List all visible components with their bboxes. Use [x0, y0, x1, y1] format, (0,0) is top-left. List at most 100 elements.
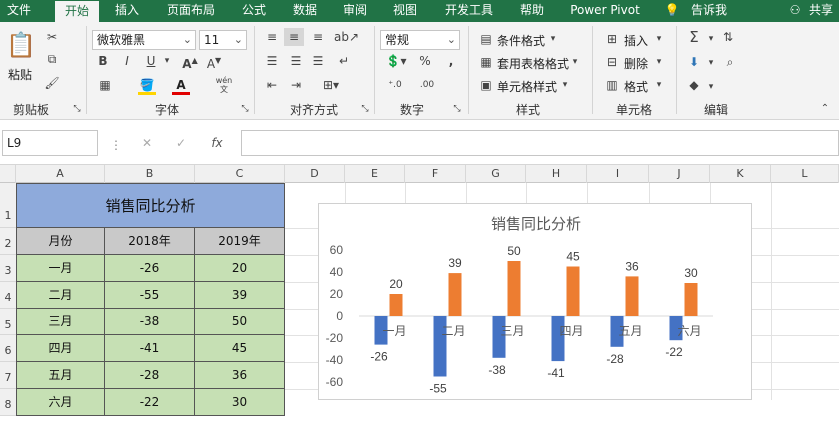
table-cell[interactable]: 39 [195, 282, 285, 309]
percent-button[interactable]: % [418, 54, 432, 68]
align-middle-icon[interactable]: ≡ [284, 28, 304, 46]
tab-power-pivot[interactable]: Power Pivot [563, 0, 647, 22]
sort-filter-icon[interactable]: ⇅ [720, 30, 736, 44]
increase-indent-icon[interactable]: ⇥ [288, 78, 304, 92]
format-painter-icon[interactable]: 🖌 [44, 76, 60, 90]
table-format-icon[interactable]: ▦ [478, 55, 494, 69]
tab-data[interactable]: 数据 [285, 0, 325, 22]
number-format-select[interactable]: 常规 ⌄ [380, 30, 460, 50]
row-header[interactable]: 6 [0, 335, 16, 362]
column-header[interactable]: E [345, 165, 405, 183]
dropdown-icon[interactable]: ▾ [560, 78, 570, 92]
row-header[interactable]: 1 [0, 183, 16, 228]
format-cells-button[interactable]: 格式 [624, 78, 648, 95]
user-icon[interactable]: ⚇ [786, 0, 804, 22]
dropdown-icon[interactable]: ▾ [570, 55, 580, 69]
table-cell[interactable]: 50 [195, 309, 285, 335]
table-cell[interactable]: 三月 [16, 309, 105, 335]
dialog-launcher-icon[interactable]: ⤡ [72, 102, 82, 116]
cancel-button[interactable]: ✕ [140, 136, 154, 150]
column-header[interactable]: K [710, 165, 771, 183]
column-header[interactable]: J [649, 165, 710, 183]
table-cell[interactable]: -55 [105, 282, 195, 309]
table-header[interactable]: 月份 [16, 228, 105, 255]
table-cell[interactable]: 一月 [16, 255, 105, 282]
row-header[interactable]: 7 [0, 362, 16, 389]
italic-button[interactable]: I [120, 54, 134, 68]
decrease-font-button[interactable]: A▼ [204, 54, 224, 71]
tab-formulas[interactable]: 公式 [234, 0, 274, 22]
tab-review[interactable]: 审阅 [335, 0, 375, 22]
borders-icon[interactable]: ▦ [96, 78, 114, 92]
column-header[interactable]: A [16, 165, 105, 183]
table-cell[interactable]: 四月 [16, 335, 105, 362]
column-header[interactable]: G [466, 165, 526, 183]
table-cell[interactable]: 六月 [16, 389, 105, 416]
merge-center-icon[interactable]: ⊞▾ [318, 78, 344, 92]
dropdown-icon[interactable]: ▾ [548, 32, 558, 46]
lightbulb-icon[interactable]: 💡 [662, 0, 682, 22]
conditional-format-icon[interactable]: ▤ [478, 32, 494, 46]
column-header[interactable]: D [285, 165, 345, 183]
increase-decimal-icon[interactable]: ⁺.0 [384, 78, 406, 92]
phonetic-icon[interactable]: wén 文 [212, 76, 236, 94]
dropdown-icon[interactable]: ▾ [654, 32, 664, 46]
clear-icon[interactable]: ◆ [686, 78, 702, 92]
dropdown-icon[interactable]: ▾ [706, 56, 716, 70]
table-cell[interactable]: 二月 [16, 282, 105, 309]
align-left-icon[interactable]: ☰ [264, 54, 280, 68]
collapse-ribbon-icon[interactable]: ⌃ [818, 102, 832, 116]
insert-cells-icon[interactable]: ⊞ [604, 32, 620, 46]
cut-icon[interactable]: ✂ [44, 30, 60, 44]
column-header[interactable]: L [771, 165, 839, 183]
table-cell[interactable]: 20 [195, 255, 285, 282]
decrease-decimal-icon[interactable]: .00 [416, 78, 438, 92]
fill-color-icon[interactable]: 🪣 [138, 78, 156, 95]
alignment-dialog-launcher-icon[interactable]: ⤡ [360, 102, 370, 116]
column-header[interactable]: H [526, 165, 587, 183]
formula-input[interactable] [241, 130, 839, 156]
tab-file[interactable]: 文件 [0, 0, 38, 22]
tab-developer[interactable]: 开发工具 [436, 0, 502, 22]
table-header[interactable]: 2018年 [105, 228, 195, 255]
table-cell[interactable]: -41 [105, 335, 195, 362]
delete-cells-icon[interactable]: ⊟ [604, 55, 620, 69]
table-cell[interactable]: 五月 [16, 362, 105, 389]
table-cell[interactable]: 30 [195, 389, 285, 416]
underline-button[interactable]: U [144, 54, 158, 68]
tab-home[interactable]: 开始 [55, 0, 99, 22]
currency-icon[interactable]: 💲▾ [382, 54, 410, 68]
find-search-icon[interactable]: ⌕ [722, 55, 738, 69]
font-color-icon[interactable]: A [172, 78, 190, 95]
decrease-indent-icon[interactable]: ⇤ [264, 78, 280, 92]
row-header[interactable]: 3 [0, 255, 16, 282]
tab-insert[interactable]: 插入 [107, 0, 147, 22]
row-header[interactable]: 8 [0, 389, 16, 416]
table-cell[interactable]: 45 [195, 335, 285, 362]
tab-help[interactable]: 帮助 [512, 0, 552, 22]
enter-button[interactable]: ✓ [174, 136, 188, 150]
dropdown-icon[interactable]: ▾ [654, 55, 664, 69]
align-top-icon[interactable]: ≡ [264, 30, 280, 44]
insert-cells-button[interactable]: 插入 [624, 32, 648, 49]
increase-font-button[interactable]: A▲ [180, 54, 200, 71]
column-header[interactable]: I [587, 165, 649, 183]
row-header[interactable]: 5 [0, 309, 16, 335]
orientation-icon[interactable]: ab↗ [334, 30, 359, 44]
tab-view[interactable]: 视图 [385, 0, 425, 22]
delete-cells-button[interactable]: 删除 [624, 55, 648, 72]
table-cell[interactable]: -38 [105, 309, 195, 335]
font-name-select[interactable]: 微软雅黑 ⌄ [92, 30, 196, 50]
conditional-format-button[interactable]: 条件格式 [497, 32, 545, 49]
autosum-icon[interactable]: Σ [686, 30, 702, 45]
align-right-icon[interactable]: ☰ [310, 54, 326, 68]
number-dialog-launcher-icon[interactable]: ⤡ [452, 102, 462, 116]
table-cell[interactable]: -26 [105, 255, 195, 282]
row-header[interactable]: 2 [0, 228, 16, 255]
paste-button[interactable]: 粘贴 [8, 66, 32, 83]
paste-icon[interactable]: 📋 [6, 30, 36, 60]
insert-function-button[interactable]: fx [208, 136, 226, 150]
cell-styles-button[interactable]: 单元格样式 [497, 78, 557, 95]
font-size-select[interactable]: 11 ⌄ [199, 30, 247, 50]
bold-button[interactable]: B [96, 54, 110, 68]
